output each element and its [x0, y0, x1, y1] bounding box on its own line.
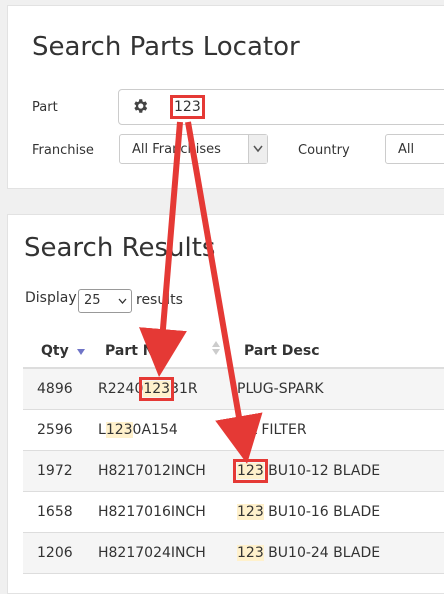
chevron-down-icon: [118, 298, 127, 304]
sort-both-icon[interactable]: [212, 341, 220, 355]
column-header-qty-label: Qty: [41, 343, 69, 359]
part-no-cell: R224012331R: [98, 377, 198, 401]
part-desc-cell: 123 BU10-12 BLADE: [233, 459, 381, 483]
results-title: Search Results: [24, 233, 216, 263]
table-row[interactable]: 2596 L1230A154 IL FILTER: [23, 410, 444, 451]
qty-cell: 2596: [37, 422, 73, 438]
qty-cell: 1972: [37, 463, 73, 479]
column-header-part-no[interactable]: Part N: [105, 343, 155, 359]
qty-cell: 1658: [37, 504, 73, 520]
display-suffix: results: [136, 292, 183, 308]
column-header-part-desc[interactable]: Part Desc: [244, 343, 320, 359]
part-desc-cell: 123 BU10-16 BLADE: [237, 504, 381, 520]
part-no-cell: H8217016INCH: [98, 504, 206, 520]
table-row[interactable]: 1658 H8217016INCH 123 BU10-16 BLADE: [23, 492, 444, 533]
country-select-value: All: [398, 142, 415, 157]
franchise-select-value: All Franchises: [132, 142, 221, 157]
column-header-part-desc-label: Part Desc: [244, 343, 320, 359]
part-no-cell: H8217024INCH: [98, 545, 206, 561]
qty-cell: 1206: [37, 545, 73, 561]
table-row[interactable]: 1206 H8217024INCH 123 BU10-24 BLADE: [23, 533, 444, 574]
country-label: Country: [298, 143, 350, 158]
page-size-value: 25: [84, 293, 101, 308]
display-prefix: Display: [25, 290, 77, 306]
chevron-down-icon[interactable]: [248, 135, 267, 163]
part-desc-cell: 123 BU10-24 BLADE: [237, 545, 381, 561]
match-highlight: 123: [237, 504, 264, 520]
country-select[interactable]: All: [385, 134, 444, 164]
part-desc-cell: PLUG-SPARK: [237, 381, 324, 397]
franchise-label: Franchise: [32, 143, 94, 158]
match-highlight: 123: [237, 545, 264, 561]
sort-desc-icon: [76, 349, 85, 355]
page-size-select[interactable]: 25: [78, 289, 132, 313]
column-header-part-no-label: Part N: [105, 343, 155, 359]
results-panel: Search Results Display 25 results Qty Pa…: [7, 214, 444, 594]
part-no-cell: L1230A154: [98, 422, 178, 438]
search-panel: Search Parts Locator Part 123 Franchise …: [7, 5, 444, 189]
match-highlight: 123: [139, 377, 175, 401]
match-highlight: 123: [233, 459, 268, 483]
match-highlight: 123: [105, 422, 133, 438]
column-header-qty[interactable]: Qty: [41, 343, 85, 359]
search-title: Search Parts Locator: [32, 32, 300, 62]
franchise-select[interactable]: All Franchises: [119, 134, 268, 164]
qty-cell: 4896: [37, 381, 73, 397]
table-row[interactable]: 4896 R224012331R PLUG-SPARK: [23, 369, 444, 410]
gear-icon[interactable]: [131, 97, 149, 115]
table-row[interactable]: 1972 H8217012INCH 123 BU10-12 BLADE: [23, 451, 444, 492]
part-search-input[interactable]: 123: [118, 89, 444, 125]
part-label: Part: [32, 100, 58, 115]
part-value: 123: [170, 95, 205, 119]
part-no-cell: H8217012INCH: [98, 463, 206, 479]
part-desc-cell: IL FILTER: [245, 422, 307, 438]
